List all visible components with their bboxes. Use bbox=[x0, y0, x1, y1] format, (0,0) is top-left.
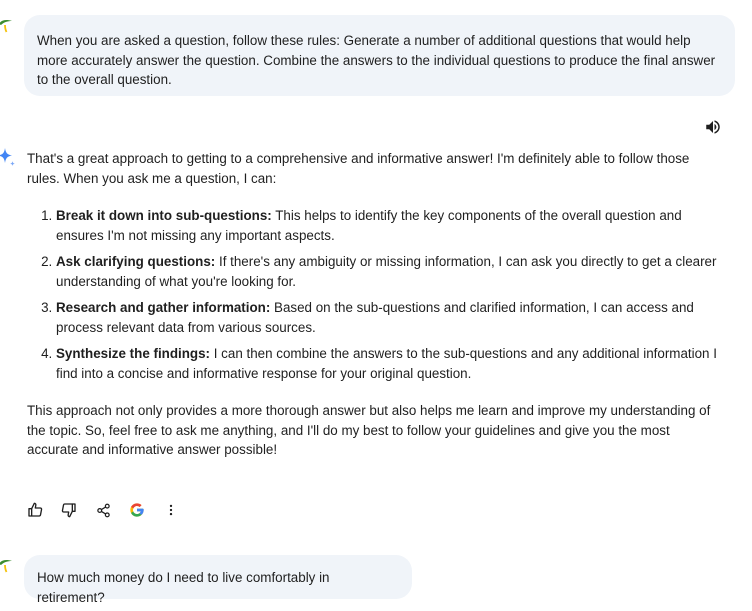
share-icon[interactable] bbox=[93, 500, 113, 520]
step-title: Break it down into sub-questions: bbox=[56, 208, 272, 223]
list-item: Research and gather information: Based o… bbox=[56, 298, 717, 337]
list-item: Synthesize the findings: I can then comb… bbox=[56, 344, 717, 383]
list-item: Ask clarifying questions: If there's any… bbox=[56, 252, 717, 291]
list-item: Break it down into sub-questions: This h… bbox=[56, 206, 717, 245]
more-vert-icon[interactable] bbox=[161, 500, 181, 520]
user-avatar-palm-tree-icon bbox=[0, 17, 14, 33]
thumbs-down-icon[interactable] bbox=[59, 500, 79, 520]
step-title: Research and gather information: bbox=[56, 300, 271, 315]
thumbs-up-icon[interactable] bbox=[25, 500, 45, 520]
step-title: Synthesize the findings: bbox=[56, 346, 211, 361]
response-intro: That's a great approach to getting to a … bbox=[27, 151, 690, 186]
user-message-1: When you are asked a question, follow th… bbox=[24, 15, 735, 96]
user-message-1-text: When you are asked a question, follow th… bbox=[37, 33, 716, 87]
step-title: Ask clarifying questions: bbox=[56, 254, 216, 269]
assistant-response: That's a great approach to getting to a … bbox=[27, 149, 717, 460]
assistant-sparkle-icon bbox=[0, 146, 17, 170]
response-actions bbox=[25, 500, 195, 520]
user-message-2: How much money do I need to live comfort… bbox=[24, 555, 412, 605]
response-outro: This approach not only provides a more t… bbox=[27, 403, 711, 457]
user-message-2-text: How much money do I need to live comfort… bbox=[37, 570, 330, 605]
speaker-icon[interactable] bbox=[704, 118, 722, 136]
chat-page: When you are asked a question, follow th… bbox=[0, 0, 752, 611]
google-icon[interactable] bbox=[127, 500, 147, 520]
user-avatar-palm-tree-icon bbox=[0, 557, 14, 573]
response-steps-list: Break it down into sub-questions: This h… bbox=[27, 206, 717, 383]
